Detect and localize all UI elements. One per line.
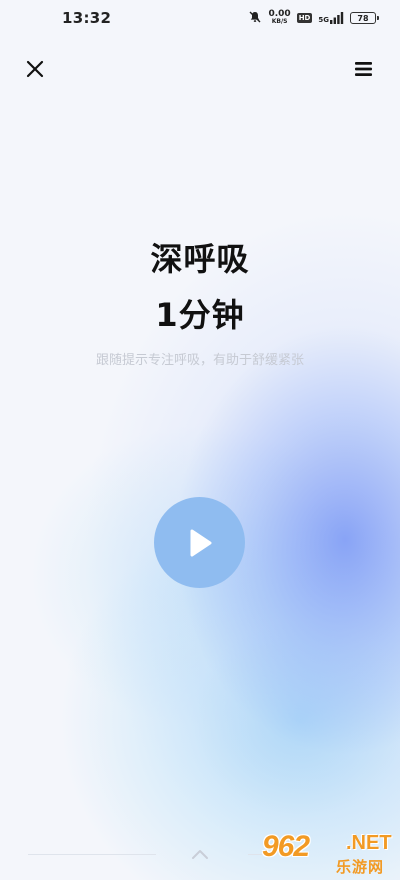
chevron-up-icon: [192, 850, 208, 859]
background-glow: [0, 0, 400, 880]
exercise-subtitle: 跟随提示专注呼吸，有助于舒缓紧张: [95, 353, 304, 368]
close-button[interactable]: [22, 56, 48, 82]
play-button[interactable]: [154, 497, 245, 588]
expand-button[interactable]: [189, 846, 211, 860]
status-icons: 0.00 KB/S HD 5G 78: [248, 9, 379, 28]
signal-group: 5G: [318, 12, 344, 24]
mute-bell-icon: [248, 9, 262, 28]
network-speed: 0.00 KB/S: [268, 10, 290, 26]
battery-level: 78: [357, 13, 369, 23]
exercise-title: 深呼吸: [150, 240, 250, 278]
watermark-suffix: .NET: [346, 832, 392, 854]
network-type-label: 5G: [318, 16, 329, 24]
net-speed-unit: KB/S: [271, 18, 288, 25]
status-bar: 13:32 0.00 KB/S HD 5G 78: [0, 0, 400, 36]
play-icon: [190, 529, 211, 556]
hd-badge: HD: [296, 13, 313, 23]
exercise-duration: 1分钟: [155, 296, 245, 334]
watermark-logo: 962: [262, 830, 310, 863]
signal-icon: [330, 12, 344, 24]
menu-icon: [355, 62, 372, 76]
bottom-divider-left: [28, 854, 156, 855]
net-speed-value: 0.00: [268, 9, 291, 19]
breathing-screen: 13:32 0.00 KB/S HD 5G 78 深呼吸 1分钟 跟随提示专注呼…: [0, 0, 400, 880]
watermark-site-name: 乐游网: [336, 858, 385, 876]
battery-indicator: 78: [350, 12, 379, 24]
status-time: 13:32: [62, 9, 112, 27]
close-icon: [26, 60, 44, 78]
menu-button[interactable]: [352, 57, 376, 81]
site-watermark: 962 .NET 乐游网: [262, 830, 398, 878]
